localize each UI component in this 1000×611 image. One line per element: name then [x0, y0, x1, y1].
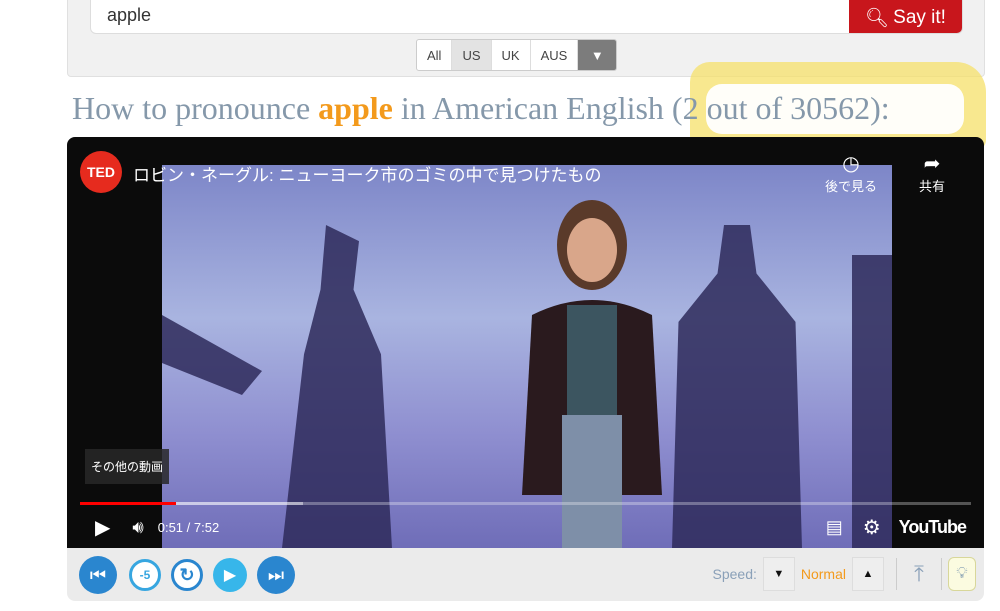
play-button[interactable]: ▶	[213, 558, 247, 592]
play-icon[interactable]: ▶	[95, 515, 110, 540]
title-suffix: in American English (2 out of 30562):	[392, 90, 890, 126]
previous-button[interactable]: ⏮︎	[79, 556, 117, 594]
region-aus[interactable]: AUS	[531, 40, 579, 70]
speed-control: Speed: ▼ Normal ▲ ⤒ 💡︎	[713, 556, 985, 592]
clock-icon: ◷	[842, 153, 860, 175]
caret-down-icon: ▼	[773, 568, 785, 580]
video-player[interactable]: TED ロビン・ネーグル: ニューヨーク市のゴミの中で見つけたもの ◷ 後で見る …	[67, 137, 984, 548]
caret-down-icon: ▼	[590, 47, 604, 63]
ted-logo[interactable]: TED	[80, 151, 122, 193]
tips-button[interactable]: 💡︎	[948, 557, 976, 591]
share-icon: ➦	[923, 153, 941, 175]
region-uk[interactable]: UK	[492, 40, 531, 70]
speed-up-button[interactable]: ▲	[852, 557, 884, 591]
region-dropdown-button[interactable]: ▼	[578, 40, 617, 70]
watch-later-label: 後で見る	[825, 179, 878, 194]
watch-later-button[interactable]: ◷ 後で見る	[825, 151, 877, 195]
speaker	[522, 200, 662, 548]
video-time: 0:51 / 7:52	[157, 519, 220, 535]
next-button[interactable]: ⏭︎	[257, 556, 295, 594]
speed-value: Normal	[800, 566, 846, 582]
video-controls: ▶ 🔊︎ 0:51 / 7:52 ▤ ⚙ YouTube	[67, 509, 984, 545]
replay-icon: ↻	[179, 564, 195, 585]
region-us[interactable]: US	[452, 40, 492, 70]
share-label: 共有	[919, 179, 946, 194]
speed-down-button[interactable]: ▼	[762, 557, 795, 591]
search-box: 🔍︎ Say it!	[90, 0, 963, 34]
played-bar	[80, 502, 177, 505]
youtube-logo[interactable]: YouTube	[899, 517, 967, 538]
divider	[941, 558, 942, 590]
rewind-5-icon: -5	[139, 568, 151, 582]
search-input[interactable]	[107, 2, 807, 28]
player-control-bar: ⏮︎ -5 ↻ ▶ ⏭︎ Speed: ▼ Normal ▲ ⤒ 💡︎	[67, 548, 984, 601]
region-all[interactable]: All	[417, 40, 453, 70]
replay-button[interactable]: ↻	[171, 559, 203, 591]
arrow-up-to-line-icon: ⤒	[914, 561, 924, 586]
speed-label: Speed:	[712, 566, 757, 582]
title-prefix: How to pronounce	[72, 90, 319, 126]
region-selector: All US UK AUS ▼	[416, 39, 618, 71]
caret-up-icon: ▲	[862, 568, 874, 580]
video-progress-bar[interactable]	[80, 502, 971, 505]
video-title[interactable]: ロビン・ネーグル: ニューヨーク市のゴミの中で見つけたもの	[133, 161, 601, 186]
divider	[896, 558, 897, 590]
subtitles-icon[interactable]: ▤	[826, 517, 843, 538]
say-it-label: Say it!	[893, 6, 946, 28]
title-word: apple	[318, 90, 393, 126]
share-button[interactable]: ➦ 共有	[919, 151, 945, 195]
rewind-5-button[interactable]: -5	[129, 559, 161, 591]
video-frame	[162, 165, 892, 548]
lightbulb-icon: 💡︎	[956, 565, 968, 582]
more-videos-button[interactable]: その他の動画	[85, 449, 170, 484]
volume-icon[interactable]: 🔊︎	[132, 517, 143, 538]
play-icon: ▶	[223, 567, 237, 584]
skip-next-icon: ⏭︎	[267, 564, 285, 585]
skip-previous-icon: ⏮︎	[89, 564, 107, 585]
scroll-top-button[interactable]: ⤒	[903, 561, 935, 587]
search-icon: 🔍︎	[865, 7, 890, 29]
settings-icon[interactable]: ⚙	[863, 515, 881, 540]
say-it-button[interactable]: 🔍︎ Say it!	[849, 0, 962, 33]
page-title: How to pronounce apple in American Engli…	[72, 90, 890, 127]
